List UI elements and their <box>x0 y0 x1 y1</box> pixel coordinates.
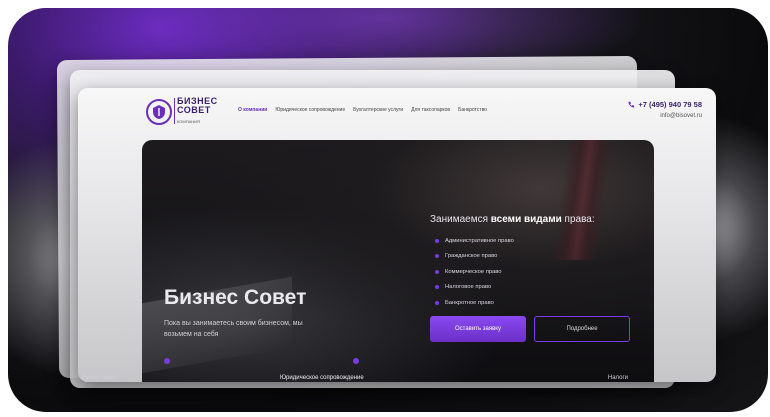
hero-photo-tie <box>551 140 615 260</box>
law-item: Административное право <box>435 233 514 249</box>
brand-line-3: КОМПАНИЯ <box>177 119 200 124</box>
tab-accounting[interactable]: Бухгалтерия <box>82 375 117 381</box>
tab-legal[interactable]: Юридическое сопровождение <box>280 375 364 381</box>
site-header: БИЗНЕС СОВЕТ КОМПАНИЯ О компании Юридиче… <box>78 88 716 136</box>
hero-subtitle: Пока вы занимаетесь своим бизнесом, мы в… <box>164 320 303 338</box>
screenshot-stage: БИЗНЕС СОВЕТ КОМПАНИЯ О компании Юридиче… <box>0 0 770 417</box>
shield-logo-icon[interactable] <box>146 99 172 125</box>
phone-number: +7 (495) 940 79 58 <box>638 100 702 109</box>
brand-divider <box>174 98 175 124</box>
services-heading-post: права: <box>564 214 595 225</box>
brand-line-2: СОВЕТ <box>177 105 211 115</box>
services-heading: Занимаемся всеми видами права: <box>430 214 595 225</box>
website-card: БИЗНЕС СОВЕТ КОМПАНИЯ О компании Юридиче… <box>78 88 716 382</box>
nav-item-accounting[interactable]: Бухгалтерские услуги <box>353 107 403 113</box>
main-nav: О компании Юридическое сопровождение Бух… <box>238 107 487 113</box>
request-button[interactable]: Оставить заявку <box>430 316 526 342</box>
services-heading-bold: всеми видами <box>490 214 562 225</box>
bottom-tabs: Бухгалтерия Юридическое сопровождение На… <box>82 375 628 385</box>
nav-item-bankruptcy[interactable]: Банкротство <box>458 107 487 113</box>
law-item: Коммерческое право <box>435 264 514 280</box>
slider-dot[interactable] <box>164 358 170 364</box>
email-link[interactable]: info@bisovet.ru <box>627 113 702 119</box>
background-frame: БИЗНЕС СОВЕТ КОМПАНИЯ О компании Юридиче… <box>8 8 768 412</box>
law-item: Банкротное право <box>435 295 514 311</box>
law-list: Административное право Гражданское право… <box>435 233 514 311</box>
phone-link[interactable]: +7 (495) 940 79 58 <box>627 100 702 109</box>
more-button[interactable]: Подробнее <box>534 316 630 342</box>
phone-icon <box>628 101 635 108</box>
hero-section: Бизнес Совет Пока вы занимаетесь своим б… <box>142 140 654 382</box>
nav-item-taxi[interactable]: Для таксопарков <box>411 107 450 113</box>
tab-taxes[interactable]: Налоги <box>608 375 628 381</box>
contacts: +7 (495) 940 79 58 info@bisovet.ru <box>627 100 702 119</box>
slider-dot[interactable] <box>353 358 359 364</box>
nav-item-legal[interactable]: Юридическое сопровождение <box>275 107 345 113</box>
law-item: Гражданское право <box>435 249 514 265</box>
law-item: Налоговое право <box>435 280 514 296</box>
brand-name[interactable]: БИЗНЕС СОВЕТ КОМПАНИЯ <box>177 97 218 126</box>
hero-title: Бизнес Совет <box>164 286 307 309</box>
nav-item-about[interactable]: О компании <box>238 107 267 113</box>
services-heading-pre: Занимаемся <box>430 214 488 225</box>
